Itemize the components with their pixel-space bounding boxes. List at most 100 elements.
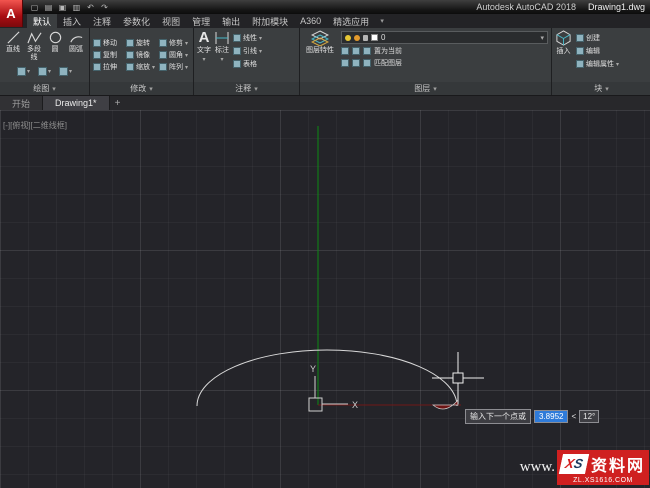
layer-thaw-icon[interactable]: [354, 34, 360, 41]
block-panel-label[interactable]: 块: [552, 82, 650, 95]
open-file-icon[interactable]: ▤: [43, 2, 54, 13]
layers-panel-label[interactable]: 图层: [300, 82, 551, 95]
ribbon: 直线 多段线 圆 圆弧 ▾ ▾ ▾ 绘图 ▾ 移动 旋转 修剪 ▾ 复制 镜像 …: [0, 28, 650, 95]
drawing-canvas[interactable]: [-][俯视][二维线框] X Y 输入下一个点或 3.8952 < 12° w…: [0, 110, 650, 488]
new-file-icon[interactable]: ▢: [29, 2, 40, 13]
ucs-icon: X Y: [308, 364, 358, 412]
line-button[interactable]: 直线: [3, 30, 23, 62]
leader-button[interactable]: 引线 ▾: [233, 46, 262, 56]
dynamic-input-angle-field[interactable]: 12°: [579, 410, 600, 423]
save-icon[interactable]: ▣: [57, 2, 68, 13]
ribbon-tab-featured-apps[interactable]: 精选应用: [327, 14, 375, 28]
linear-dimension-icon: [233, 34, 241, 42]
dimension-button[interactable]: 标注 ▾: [214, 30, 230, 64]
watermark-site-name: 资料网: [590, 458, 645, 475]
ribbon-collapse-icon[interactable]: [375, 14, 389, 28]
block-panel-body: 插入 创建 编辑 编辑属性 ▾: [552, 28, 650, 82]
edit-block-button[interactable]: 编辑: [576, 46, 619, 56]
watermark-badge: XS 资料网 ZL.XS1616.COM: [556, 450, 649, 485]
hatch-tool-button[interactable]: ▾: [59, 67, 72, 76]
app-title: Autodesk AutoCAD 2018: [476, 2, 576, 12]
crosshair-cursor: [432, 352, 484, 404]
rotate-icon: [126, 39, 134, 47]
trim-button[interactable]: 修剪 ▾: [159, 38, 190, 48]
match-layer-icon: [363, 59, 371, 67]
layer-properties-button[interactable]: 图层特性: [303, 30, 337, 80]
set-current-layer-button[interactable]: 置为当前: [341, 46, 548, 56]
ribbon-tab-insert[interactable]: 插入: [57, 14, 87, 28]
quick-access-toolbar: ▢ ▤ ▣ ▥ ↶ ↷: [29, 2, 110, 13]
annotation-panel-body: A 文字 ▾ 标注 ▾ 线性 ▾ 引线 ▾ 表格: [194, 28, 299, 82]
fillet-icon: [159, 51, 167, 59]
redo-icon[interactable]: ↷: [99, 2, 110, 13]
ribbon-tab-addins[interactable]: 附加模块: [246, 14, 294, 28]
rotate-button[interactable]: 旋转: [126, 38, 157, 48]
ribbon-tab-default[interactable]: 默认: [27, 14, 58, 28]
polyline-button[interactable]: 多段线: [24, 30, 44, 62]
match-layer-button[interactable]: 匹配图层: [341, 58, 548, 68]
layer-tool-icon-4: [352, 59, 360, 67]
file-tab-drawing1[interactable]: Drawing1*: [43, 96, 110, 110]
undo-icon[interactable]: ↶: [85, 2, 96, 13]
autocad-app-menu-button[interactable]: A: [0, 0, 23, 27]
layer-lock-icon[interactable]: [363, 34, 368, 41]
stretch-icon: [93, 63, 101, 71]
linear-dimension-button[interactable]: 线性 ▾: [233, 33, 262, 43]
watermark: www. XS 资料网 ZL.XS1616.COM: [520, 450, 649, 485]
scale-button[interactable]: 缩放 ▾: [126, 62, 157, 72]
ribbon-tab-output[interactable]: 输出: [216, 14, 246, 28]
layer-dropdown-arrow-icon[interactable]: ▾: [540, 34, 544, 42]
file-tab-bar: 开始 Drawing1* +: [0, 95, 650, 110]
fillet-button[interactable]: 圆角 ▾: [159, 50, 190, 60]
ellipse-tool-button[interactable]: ▾: [37, 67, 51, 76]
new-drawing-tab-button[interactable]: +: [110, 96, 126, 110]
table-icon: [233, 60, 241, 68]
layers-panel: 图层特性 0 ▾ 置为当前 匹配图层 图层 ▾: [300, 28, 552, 95]
file-tab-start[interactable]: 开始: [0, 96, 44, 110]
circle-button[interactable]: 圆: [45, 30, 65, 62]
watermark-url: ZL.XS1616.COM: [573, 477, 633, 484]
text-icon: A: [198, 29, 210, 46]
insert-block-button[interactable]: 插入: [555, 30, 572, 80]
polyline-icon: [26, 32, 42, 44]
leader-icon: [233, 47, 241, 55]
layer-tool-icon-2: [352, 47, 360, 55]
draw-panel-label[interactable]: 绘图: [0, 82, 89, 95]
ribbon-tab-manage[interactable]: 管理: [186, 14, 216, 28]
table-button[interactable]: 表格: [233, 59, 262, 69]
ribbon-tab-parametric[interactable]: 参数化: [117, 14, 156, 28]
dynamic-input-value-field[interactable]: 3.8952: [534, 410, 569, 423]
ribbon-tab-view[interactable]: 视图: [156, 14, 186, 28]
annotation-panel-label[interactable]: 注释: [194, 82, 299, 95]
copy-button[interactable]: 复制: [93, 50, 124, 60]
drawing-geometry: X Y: [196, 126, 484, 412]
window-title: Autodesk AutoCAD 2018 Drawing1.dwg: [476, 2, 645, 12]
edit-block-icon: [576, 47, 584, 55]
layer-dropdown[interactable]: 0 ▾: [341, 31, 548, 44]
current-layer-name: 0: [381, 33, 386, 42]
print-icon[interactable]: ▥: [71, 2, 82, 13]
move-button[interactable]: 移动: [93, 38, 124, 48]
mirror-button[interactable]: 镜像: [126, 50, 157, 60]
annotation-panel: A 文字 ▾ 标注 ▾ 线性 ▾ 引线 ▾ 表格 注释: [194, 28, 300, 95]
trim-icon: [159, 39, 167, 47]
layer-on-icon[interactable]: [345, 34, 351, 41]
arc-button[interactable]: 圆弧: [66, 30, 86, 62]
ellipse-arc-curve: [196, 349, 458, 407]
copy-icon: [93, 51, 101, 59]
ellipse-icon: [37, 67, 47, 76]
text-button[interactable]: A 文字 ▾: [197, 30, 211, 64]
edit-attributes-button[interactable]: 编辑属性 ▾: [576, 59, 619, 69]
layer-tool-icon-1: [341, 47, 349, 55]
create-block-button[interactable]: 创建: [576, 33, 619, 43]
circle-icon: [49, 31, 61, 44]
modify-panel-label[interactable]: 修改: [90, 82, 193, 95]
layers-panel-body: 图层特性 0 ▾ 置为当前 匹配图层: [300, 28, 551, 82]
ribbon-tab-a360[interactable]: A360: [294, 14, 327, 28]
layer-color-swatch[interactable]: [371, 34, 378, 41]
titlebar: ▢ ▤ ▣ ▥ ↶ ↷ Autodesk AutoCAD 2018 Drawin…: [0, 0, 650, 14]
rectangle-tool-button[interactable]: ▾: [16, 67, 30, 76]
ribbon-tab-annotate[interactable]: 注释: [87, 14, 117, 28]
array-button[interactable]: 阵列 ▾: [159, 62, 190, 72]
stretch-button[interactable]: 拉伸: [93, 62, 124, 72]
